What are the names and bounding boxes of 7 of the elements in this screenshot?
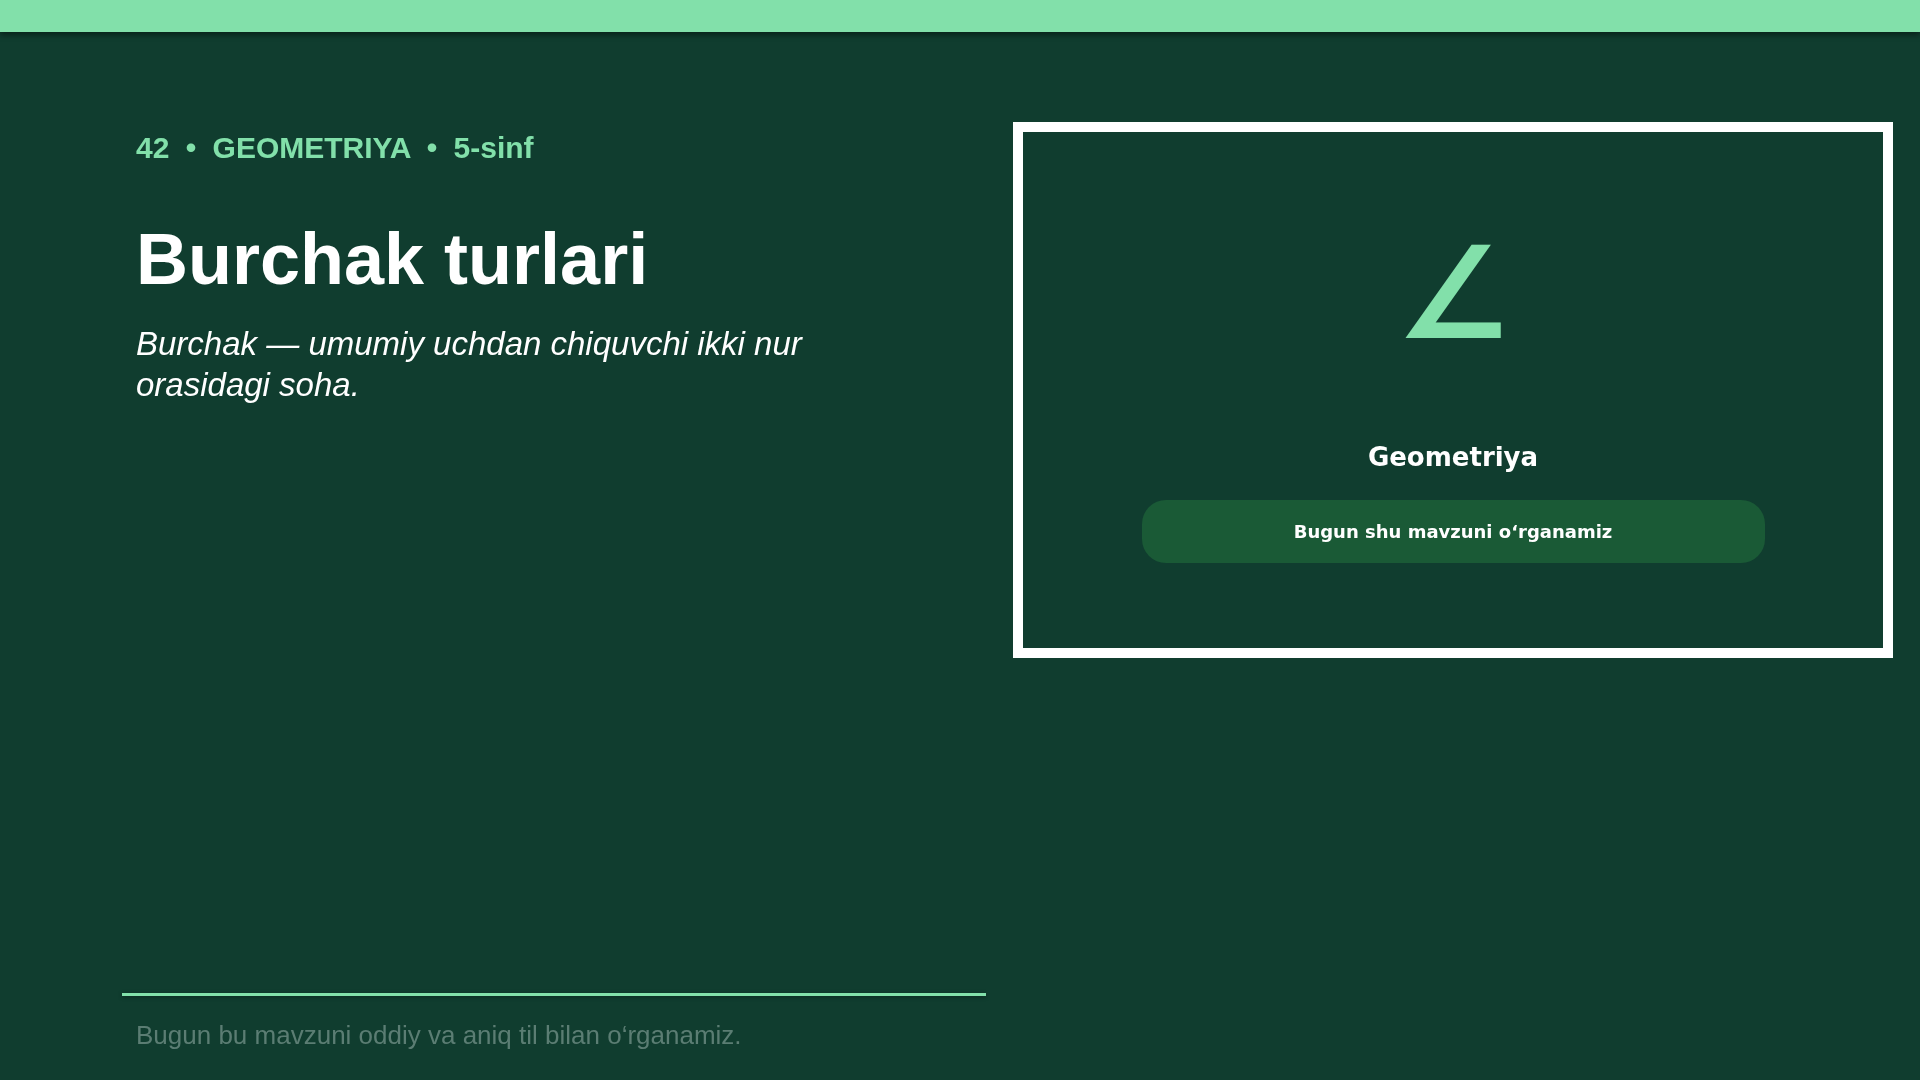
subject-label: Geometriya	[1367, 441, 1539, 473]
lesson-caption: Bugun shu mavzuni o‘rganamiz	[1141, 500, 1765, 563]
lesson-meta: 42 • GEOMETRIYA • 5-sinf	[136, 130, 534, 166]
footer-note: Bugun bu mavzuni oddiy va aniq til bilan o‘rganamiz.	[136, 1019, 742, 1051]
angle-symbol: ∠	[1395, 230, 1511, 358]
lesson-title: Burchak turlari	[136, 223, 649, 295]
lesson-subtitle: Burchak — umumiy uchdan chiquvchi ikki nur orasidagi soha.	[136, 324, 804, 405]
